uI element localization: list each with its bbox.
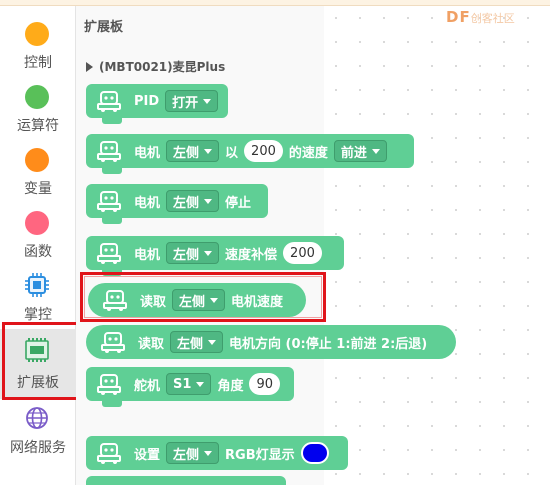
category-mpython[interactable]: 掌控: [0, 266, 76, 328]
block-label: PID: [134, 93, 160, 109]
chevron-down-icon: [204, 250, 213, 256]
chevron-down-icon: [196, 381, 205, 387]
block-text: 角度: [217, 378, 244, 394]
category-menu: 控制 运算符 变量 函数 掌控 扩展板 网络服务: [0, 6, 76, 485]
block-partial[interactable]: [86, 476, 286, 485]
block-label: 电机: [134, 195, 161, 211]
color-picker[interactable]: [300, 442, 329, 464]
block-text: 电机方向 (0:停止 1:前进 2:后退): [229, 336, 428, 352]
block-label: 电机: [134, 145, 161, 161]
speed-input[interactable]: 200: [244, 140, 283, 162]
robot-car-icon: [97, 141, 121, 162]
category-label: 变量: [24, 181, 52, 197]
side-dropdown[interactable]: 左侧: [170, 331, 224, 353]
selection-outline: [84, 276, 322, 318]
group-title: (MBT0021)麦昆Plus: [99, 60, 226, 74]
side-dropdown[interactable]: 左侧: [166, 140, 220, 162]
block-label: 读取: [138, 336, 165, 352]
chevron-down-icon: [204, 450, 213, 456]
category-network[interactable]: 网络服务: [0, 399, 76, 461]
variables-dot-icon: [25, 148, 49, 172]
category-label: 控制: [24, 55, 52, 71]
port-dropdown[interactable]: S1: [166, 373, 212, 395]
compensation-input[interactable]: 200: [283, 242, 322, 264]
script-workspace[interactable]: [324, 6, 550, 485]
chevron-down-icon: [203, 98, 212, 104]
side-dropdown[interactable]: 左侧: [166, 190, 220, 212]
globe-icon: [26, 407, 48, 429]
control-dot-icon: [25, 22, 49, 46]
side-dropdown[interactable]: 左侧: [166, 242, 220, 264]
flyout-title: 扩展板: [84, 20, 124, 35]
block-servo[interactable]: 舵机 S1 角度 90: [86, 367, 294, 407]
category-control[interactable]: 控制: [0, 14, 76, 76]
category-label: 函数: [24, 244, 52, 260]
chip-icon: [25, 273, 49, 297]
robot-car-icon: [97, 191, 121, 212]
block-label: 设置: [134, 447, 161, 463]
direction-dropdown[interactable]: 前进: [333, 140, 387, 162]
category-functions[interactable]: 函数: [0, 203, 76, 265]
side-dropdown[interactable]: 左侧: [166, 442, 220, 464]
block-rgb[interactable]: 设置 左侧 RGB灯显示: [86, 436, 348, 470]
robot-car-icon: [97, 443, 121, 464]
block-read-direction[interactable]: 读取 左侧 电机方向 (0:停止 1:前进 2:后退): [86, 325, 456, 359]
block-motor-speed[interactable]: 电机 左侧 以 200 的速度 前进: [86, 134, 414, 174]
robot-car-icon: [101, 332, 125, 353]
block-text: 以: [225, 145, 239, 161]
pid-dropdown[interactable]: 打开: [165, 90, 219, 112]
operators-dot-icon: [25, 85, 49, 109]
category-label: 网络服务: [10, 440, 66, 456]
highlight-box-category: [2, 322, 82, 400]
robot-car-icon: [97, 374, 121, 395]
robot-car-icon: [97, 243, 121, 264]
chevron-down-icon: [204, 198, 213, 204]
expand-triangle-icon[interactable]: [86, 62, 93, 72]
block-motor-compensation[interactable]: 电机 左侧 速度补偿 200: [86, 236, 344, 276]
df-logo: DF创客社区: [446, 8, 515, 26]
group-header[interactable]: (MBT0021)麦昆Plus: [86, 58, 225, 75]
angle-input[interactable]: 90: [249, 373, 280, 395]
block-text: RGB灯显示: [225, 447, 295, 463]
chevron-down-icon: [371, 148, 380, 154]
chevron-down-icon: [208, 339, 217, 345]
block-pid[interactable]: PID 打开: [86, 84, 228, 124]
block-text: 速度补偿: [225, 247, 278, 263]
block-label: 电机: [134, 247, 161, 263]
block-text: 停止: [225, 195, 252, 211]
block-text: 的速度: [288, 145, 328, 161]
category-label: 运算符: [17, 118, 59, 134]
category-variables[interactable]: 变量: [0, 140, 76, 202]
robot-car-icon: [97, 91, 121, 112]
category-operators[interactable]: 运算符: [0, 77, 76, 139]
block-motor-stop[interactable]: 电机 左侧 停止: [86, 184, 268, 224]
block-label: 舵机: [134, 378, 161, 394]
functions-dot-icon: [25, 211, 49, 235]
category-label: 掌控: [24, 307, 52, 323]
chevron-down-icon: [204, 148, 213, 154]
